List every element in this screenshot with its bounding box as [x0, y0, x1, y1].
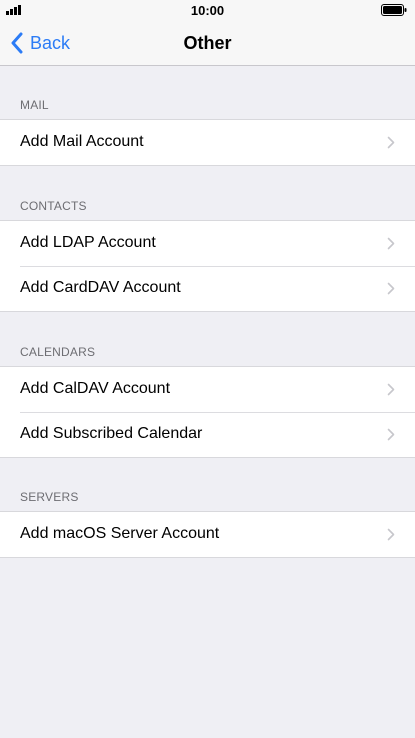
battery-full-icon: [381, 4, 407, 16]
list-item-add-carddav-account[interactable]: Add CardDAV Account: [0, 266, 415, 311]
chevron-right-icon: [387, 528, 395, 541]
list-item-add-ldap-account[interactable]: Add LDAP Account: [0, 221, 415, 266]
chevron-right-icon: [387, 136, 395, 149]
row-label: Add CardDAV Account: [20, 279, 181, 296]
page-title: Other: [183, 33, 232, 53]
section-header-calendars: CALENDARS: [20, 345, 96, 359]
list-item-add-macos-server-account[interactable]: Add macOS Server Account: [0, 512, 415, 557]
status-time: 10:00: [190, 3, 225, 18]
list-item-add-mail-account[interactable]: Add Mail Account: [0, 120, 415, 165]
row-label: Add CalDAV Account: [20, 380, 171, 397]
row-label: Add Mail Account: [20, 133, 144, 150]
status-bar: 10:00: [0, 0, 415, 22]
row-label: Add LDAP Account: [20, 234, 156, 251]
row-label: Add macOS Server Account: [20, 525, 220, 542]
row-label: Add Subscribed Calendar: [20, 425, 203, 442]
section-header-mail: MAIL: [20, 98, 49, 112]
list-item-add-subscribed-calendar[interactable]: Add Subscribed Calendar: [0, 412, 415, 457]
group-servers: Add macOS Server Account: [0, 511, 415, 558]
section-header-contacts: CONTACTS: [20, 199, 87, 213]
chevron-right-icon: [387, 428, 395, 441]
group-contacts: Add LDAP Account Add CardDAV Account: [0, 220, 415, 312]
section-header-servers: SERVERS: [20, 490, 79, 504]
list-item-add-caldav-account[interactable]: Add CalDAV Account: [0, 367, 415, 412]
navigation-bar: Back Other: [0, 22, 415, 66]
chevron-right-icon: [387, 282, 395, 295]
group-calendars: Add CalDAV Account Add Subscribed Calend…: [0, 366, 415, 458]
chevron-right-icon: [387, 237, 395, 250]
group-mail: Add Mail Account: [0, 119, 415, 166]
chevron-right-icon: [387, 383, 395, 396]
